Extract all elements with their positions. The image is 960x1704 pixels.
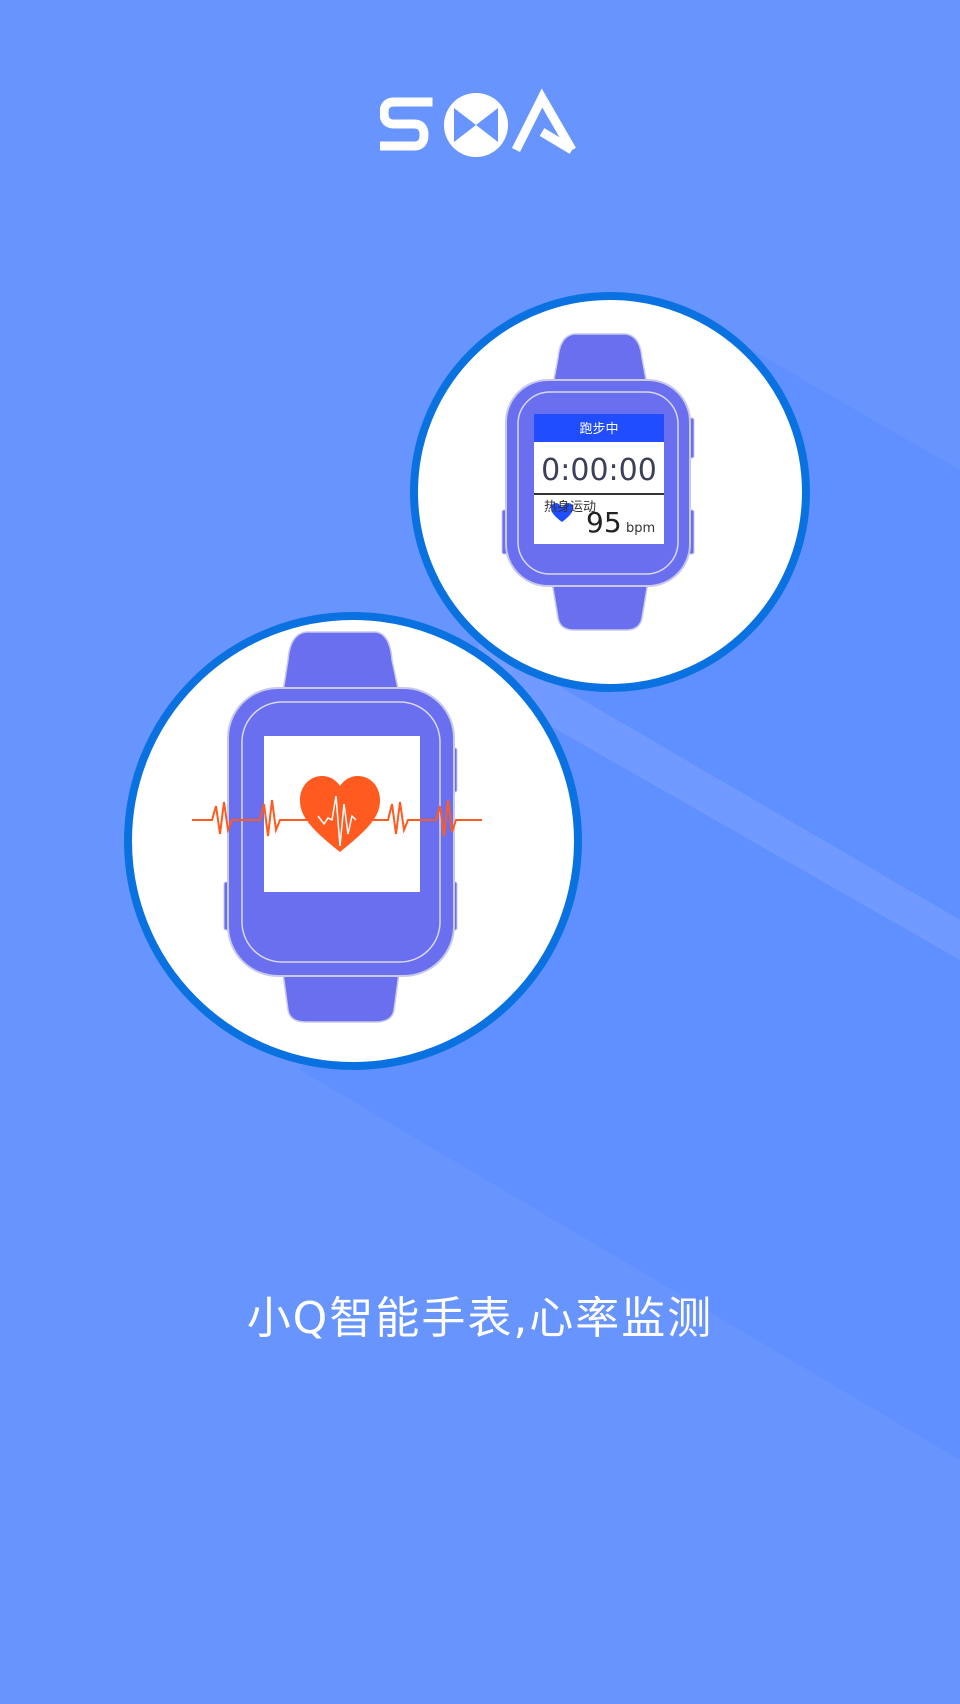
heart-rate-watch-circle [124, 612, 582, 1070]
heart-rate-unit: bpm [626, 521, 655, 536]
status-label: 跑步中 [579, 422, 618, 437]
tagline: 小Q智能手表,心率监测 [246, 1293, 714, 1344]
timer-display: 0:00:00 [541, 453, 657, 488]
heart-rate-watch [192, 631, 482, 1023]
soa-logo [380, 88, 576, 157]
heart-rate-value: 95 [586, 506, 622, 539]
